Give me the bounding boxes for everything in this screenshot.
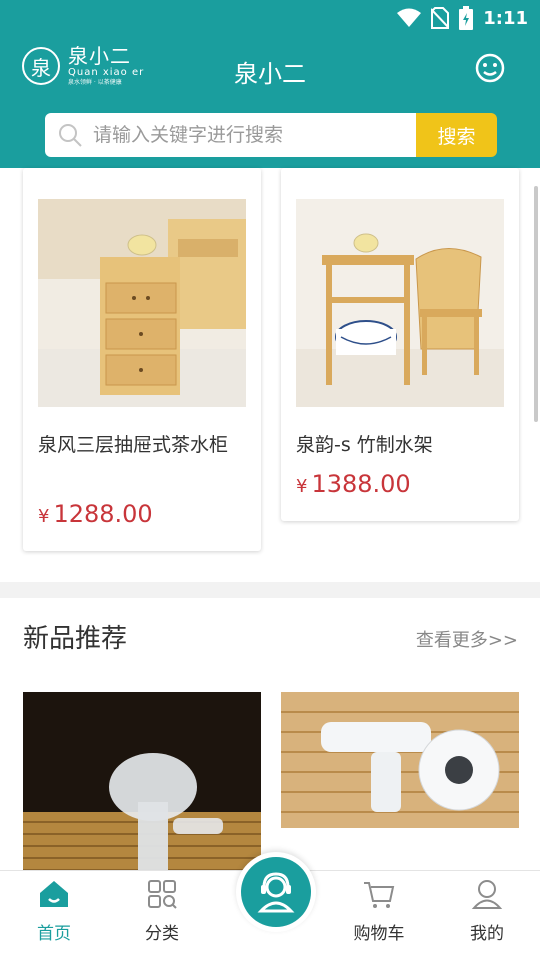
- status-time: 1:11: [483, 7, 528, 29]
- home-icon: [40, 881, 68, 907]
- wifi-icon: [397, 8, 422, 27]
- product-price: ¥1288.00: [38, 500, 153, 528]
- product-image: [296, 199, 504, 407]
- nav-item-category[interactable]: 分类: [122, 877, 202, 944]
- view-more-link[interactable]: 查看更多>>: [416, 626, 518, 652]
- nav-item-home[interactable]: 首页: [14, 877, 94, 944]
- currency-symbol: ¥: [38, 506, 50, 527]
- nav-label: 购物车: [353, 924, 405, 944]
- app-bar: 泉 泉小二 Quan xiao er 泉水领鲜 · 以茶健康 泉小二 搜索: [0, 36, 540, 168]
- nav-label: 我的: [470, 924, 504, 944]
- new-product-image[interactable]: [23, 692, 261, 878]
- headset-user-icon: [257, 872, 295, 913]
- search-input[interactable]: [93, 124, 393, 146]
- nav-label: 首页: [37, 924, 71, 944]
- product-list: 泉风三层抽屉式茶水柜 ¥1288.00 泉韵-s 竹制水架 ¥ 1388.00: [0, 168, 540, 582]
- nav-item-cart[interactable]: 购物车: [339, 877, 419, 944]
- search-icon: [59, 124, 82, 147]
- product-name: 泉韵-s 竹制水架: [296, 434, 433, 456]
- user-icon: [471, 880, 503, 909]
- price-value: 1288.00: [53, 500, 153, 528]
- search-button[interactable]: 搜索: [416, 113, 497, 157]
- nav-item-mine[interactable]: 我的: [447, 877, 527, 944]
- product-image: [38, 199, 246, 407]
- search-field[interactable]: [45, 113, 416, 157]
- status-bar: 1:11: [0, 0, 540, 36]
- product-card[interactable]: 泉韵-s 竹制水架 ¥1388.00: [281, 168, 519, 521]
- smiley-face-icon: [475, 53, 505, 83]
- new-product-image[interactable]: [281, 692, 519, 828]
- price-value: 1388.00: [311, 470, 411, 498]
- cart-icon: [364, 882, 395, 908]
- customer-service-center-button[interactable]: [236, 852, 316, 932]
- customer-service-button[interactable]: [474, 52, 506, 84]
- nav-label: 分类: [145, 924, 179, 944]
- no-sim-icon: [431, 7, 450, 29]
- search-bar: 搜索: [45, 113, 497, 157]
- section-title: 新品推荐: [23, 624, 128, 654]
- new-products-section: 新品推荐 查看更多>>: [0, 598, 540, 878]
- battery-icon: [459, 6, 474, 30]
- currency-symbol: ¥: [296, 476, 308, 497]
- product-price: ¥1388.00: [296, 470, 411, 498]
- product-name: 泉风三层抽屉式茶水柜: [38, 434, 229, 456]
- scrollbar[interactable]: [534, 186, 538, 422]
- status-icons: 1:11: [397, 6, 528, 30]
- grid-icon: [148, 880, 177, 909]
- page-title: 泉小二: [234, 60, 306, 88]
- product-card[interactable]: 泉风三层抽屉式茶水柜 ¥1288.00: [23, 168, 261, 551]
